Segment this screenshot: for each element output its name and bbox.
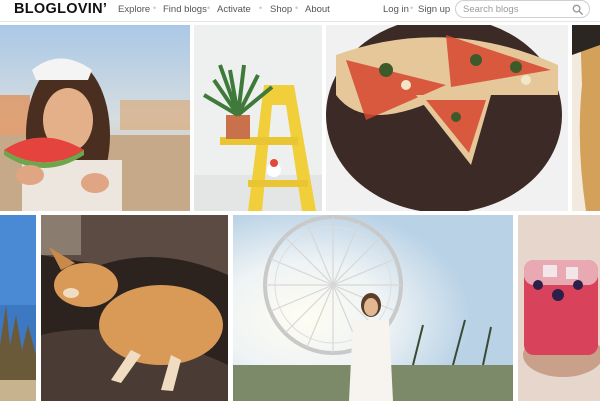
- tile-red-drink[interactable]: [518, 215, 600, 401]
- tile-hair-edge[interactable]: [572, 25, 600, 211]
- tile-watermelon-girl[interactable]: [0, 25, 190, 211]
- pizza-photo: [326, 25, 568, 211]
- plant-ladder-photo: [194, 25, 322, 211]
- tile-sleeping-dog[interactable]: [41, 215, 228, 401]
- nav-about[interactable]: About: [305, 4, 330, 15]
- sleeping-dog-photo: [41, 215, 228, 401]
- nav-separator: •: [153, 3, 157, 13]
- nav-find-blogs[interactable]: Find blogs: [163, 4, 207, 15]
- login-link[interactable]: Log in: [383, 4, 409, 15]
- red-drink-photo: [518, 215, 600, 401]
- tile-pizza[interactable]: [326, 25, 568, 211]
- top-navigation-bar: BLOGLOVIN’ Explore • Find blogs • Activa…: [0, 0, 600, 22]
- nav-explore[interactable]: Explore: [118, 4, 150, 15]
- tile-ferris-wheel[interactable]: [233, 215, 513, 401]
- search-box[interactable]: [455, 0, 590, 18]
- nav-separator: •: [207, 3, 211, 13]
- search-input[interactable]: [463, 3, 568, 16]
- sky-edge-photo: [0, 215, 36, 401]
- tile-sky-edge[interactable]: [0, 215, 36, 401]
- signup-link[interactable]: Sign up: [418, 4, 450, 15]
- nav-shop[interactable]: Shop: [270, 4, 292, 15]
- bloglovin-logo[interactable]: BLOGLOVIN’: [14, 1, 107, 17]
- nav-activate[interactable]: Activate: [217, 4, 251, 15]
- tile-plant-ladder[interactable]: [194, 25, 322, 211]
- nav-separator: •: [259, 3, 263, 13]
- ferris-wheel-photo: [233, 215, 513, 401]
- watermelon-girl-photo: [0, 25, 190, 211]
- hair-edge-photo: [572, 25, 600, 211]
- nav-separator: •: [410, 3, 414, 13]
- nav-separator: •: [295, 3, 299, 13]
- search-icon[interactable]: [572, 4, 583, 15]
